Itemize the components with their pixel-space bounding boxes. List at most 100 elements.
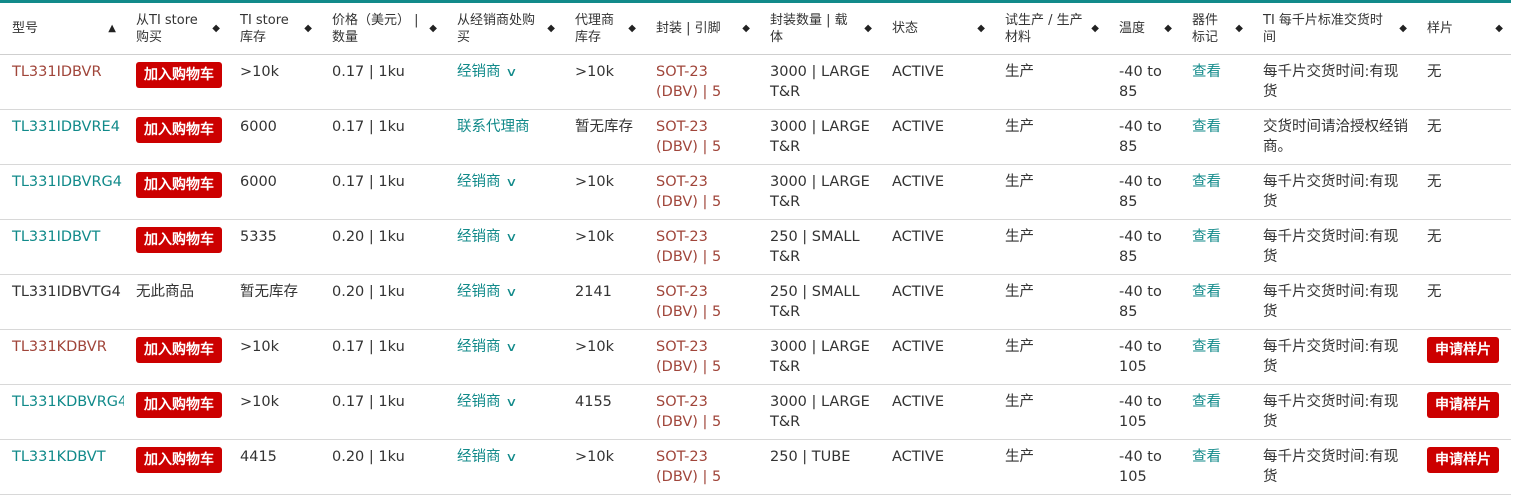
marking-view-link[interactable]: 查看 <box>1192 119 1221 135</box>
package-link[interactable]: SOT-23 (DBV) | 5 <box>656 64 721 100</box>
sort-both-icon[interactable]: ◆ <box>1164 23 1172 34</box>
sort-both-icon[interactable]: ◆ <box>864 23 872 34</box>
marking-view-link[interactable]: 查看 <box>1192 449 1221 465</box>
part-number-link[interactable]: TL331KDBVRG4 <box>12 394 124 410</box>
package-link[interactable]: SOT-23 (DBV) | 5 <box>656 339 721 375</box>
distributor-link[interactable]: 经销商 <box>457 394 501 410</box>
part-number-cell: TL331KDBVRG4 <box>0 384 124 440</box>
marking-view-link[interactable]: 查看 <box>1192 339 1221 355</box>
chevron-down-icon[interactable]: ∨ <box>505 227 517 247</box>
chevron-down-icon[interactable]: ∨ <box>505 282 517 302</box>
sort-both-icon[interactable]: ◆ <box>742 23 750 34</box>
temperature-value: -40 to 85 <box>1119 229 1162 265</box>
package-link[interactable]: SOT-23 (DBV) | 5 <box>656 394 721 430</box>
col-header-store-stock[interactable]: TI store 库存 ◆ <box>228 3 320 55</box>
table-row: TL331IDBVTG4 无此商品 暂无库存 0.20 | 1ku 经销商 ∨ 2… <box>0 274 1511 330</box>
col-header-qty-carrier[interactable]: 封装数量 | 载体 ◆ <box>758 3 880 55</box>
temperature-cell: -40 to 85 <box>1107 274 1180 330</box>
part-number-link[interactable]: TL331KDBVT <box>12 449 106 465</box>
status-cell: ACTIVE <box>880 219 993 275</box>
part-number-link[interactable]: TL331IDBVRE4 <box>12 119 120 135</box>
part-number-link[interactable]: TL331IDBVT <box>12 229 100 245</box>
distributor-link[interactable]: 经销商 <box>457 64 501 80</box>
qty-carrier-cell: 3000 | LARGE T&R <box>758 109 880 165</box>
sort-both-icon[interactable]: ◆ <box>1495 23 1503 34</box>
add-to-cart-button[interactable]: 加入购物车 <box>136 337 222 363</box>
price-cell: 0.17 | 1ku <box>320 54 445 110</box>
col-header-sample[interactable]: 样片 ◆ <box>1415 3 1511 55</box>
add-to-cart-button[interactable]: 加入购物车 <box>136 392 222 418</box>
lead-time-value: 每千片交货时间:有现货 <box>1263 229 1399 265</box>
chevron-down-icon[interactable]: ∨ <box>505 172 517 192</box>
marking-view-link[interactable]: 查看 <box>1192 174 1221 190</box>
sort-both-icon[interactable]: ◆ <box>429 23 437 34</box>
agent-stock-value: >10k <box>575 339 614 355</box>
add-to-cart-button[interactable]: 加入购物车 <box>136 117 222 143</box>
col-header-label: 器件标记 <box>1192 12 1219 45</box>
sort-both-icon[interactable]: ◆ <box>1399 23 1407 34</box>
col-header-status[interactable]: 状态 ◆ <box>880 3 993 55</box>
col-header-temperature[interactable]: 温度 ◆ <box>1107 3 1180 55</box>
distributor-link[interactable]: 经销商 <box>457 229 501 245</box>
sort-both-icon[interactable]: ◆ <box>304 23 312 34</box>
chevron-down-icon[interactable]: ∨ <box>505 62 517 82</box>
col-header-part[interactable]: 型号 ▲ <box>0 3 124 55</box>
marking-view-link[interactable]: 查看 <box>1192 229 1221 245</box>
col-header-package[interactable]: 封装 | 引脚 ◆ <box>644 3 758 55</box>
distributor-link[interactable]: 经销商 <box>457 339 501 355</box>
distributor-link[interactable]: 经销商 <box>457 449 501 465</box>
sort-both-icon[interactable]: ◆ <box>977 23 985 34</box>
sort-both-icon[interactable]: ◆ <box>212 23 220 34</box>
sort-both-icon[interactable]: ◆ <box>1235 23 1243 34</box>
distributor-link[interactable]: 经销商 <box>457 284 501 300</box>
material-value: 生产 <box>1005 394 1034 410</box>
add-to-cart-button[interactable]: 加入购物车 <box>136 62 222 88</box>
package-link[interactable]: SOT-23 (DBV) | 5 <box>656 174 721 210</box>
sample-value: 无 <box>1427 284 1442 300</box>
request-sample-button[interactable]: 申请样片 <box>1427 447 1499 473</box>
chevron-down-icon[interactable]: ∨ <box>505 337 517 357</box>
package-link[interactable]: SOT-23 (DBV) | 5 <box>656 119 721 155</box>
sort-ascending-icon[interactable]: ▲ <box>108 23 116 34</box>
part-number-link[interactable]: TL331IDBVR <box>12 64 102 80</box>
distributor-link[interactable]: 经销商 <box>457 174 501 190</box>
price-value: 0.17 | 1ku <box>332 394 405 410</box>
distributor-cell: 经销商 ∨ <box>445 384 563 440</box>
chevron-down-icon[interactable]: ∨ <box>505 447 517 467</box>
marking-view-link[interactable]: 查看 <box>1192 284 1221 300</box>
package-link[interactable]: SOT-23 (DBV) | 5 <box>656 284 721 320</box>
request-sample-button[interactable]: 申请样片 <box>1427 337 1499 363</box>
col-header-ti-store[interactable]: 从TI store 购买 ◆ <box>124 3 228 55</box>
distributor-link[interactable]: 联系代理商 <box>457 119 530 135</box>
status-value: ACTIVE <box>892 284 945 300</box>
package-link[interactable]: SOT-23 (DBV) | 5 <box>656 449 721 485</box>
status-cell: ACTIVE <box>880 109 993 165</box>
col-header-distributor[interactable]: 从经销商处购买 ◆ <box>445 3 563 55</box>
marking-view-link[interactable]: 查看 <box>1192 64 1221 80</box>
col-header-price[interactable]: 价格（美元） | 数量 ◆ <box>320 3 445 55</box>
add-to-cart-button[interactable]: 加入购物车 <box>136 227 222 253</box>
agent-stock-cell: 2141 <box>563 274 644 330</box>
col-header-lead-time[interactable]: TI 每千片标准交货时间 ◆ <box>1251 3 1415 55</box>
part-number-link[interactable]: TL331KDBVR <box>12 339 107 355</box>
add-to-cart-button[interactable]: 加入购物车 <box>136 447 222 473</box>
package-link[interactable]: SOT-23 (DBV) | 5 <box>656 229 721 265</box>
col-header-material[interactable]: 试生产 / 生产材料 ◆ <box>993 3 1107 55</box>
sort-both-icon[interactable]: ◆ <box>547 23 555 34</box>
qty-carrier-cell: 3000 | LARGE T&R <box>758 384 880 440</box>
col-header-agent-stock[interactable]: 代理商库存 ◆ <box>563 3 644 55</box>
add-to-cart-button[interactable]: 加入购物车 <box>136 172 222 198</box>
lead-time-value: 每千片交货时间:有现货 <box>1263 284 1399 320</box>
request-sample-button[interactable]: 申请样片 <box>1427 392 1499 418</box>
marking-cell: 查看 <box>1180 219 1251 275</box>
temperature-value: -40 to 85 <box>1119 284 1162 320</box>
marking-view-link[interactable]: 查看 <box>1192 394 1221 410</box>
price-cell: 0.17 | 1ku <box>320 384 445 440</box>
col-header-marking[interactable]: 器件标记 ◆ <box>1180 3 1251 55</box>
sort-both-icon[interactable]: ◆ <box>1091 23 1099 34</box>
part-number-link[interactable]: TL331IDBVRG4 <box>12 174 122 190</box>
sort-both-icon[interactable]: ◆ <box>628 23 636 34</box>
col-header-label: 温度 <box>1119 21 1146 36</box>
agent-stock-cell: >10k <box>563 164 644 220</box>
chevron-down-icon[interactable]: ∨ <box>505 392 517 412</box>
